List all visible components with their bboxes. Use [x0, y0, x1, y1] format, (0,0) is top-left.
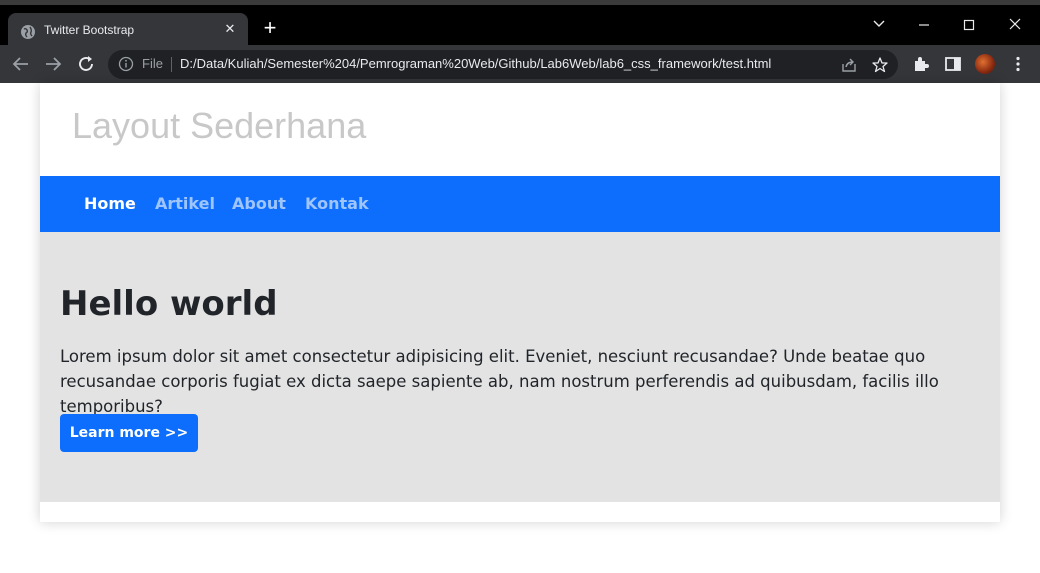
url-separator — [171, 57, 172, 72]
info-icon[interactable] — [118, 56, 134, 72]
url-scheme: File — [142, 56, 163, 71]
site-title: Layout Sederhana — [72, 105, 367, 146]
url-text[interactable]: D:/Data/Kuliah/Semester%204/Pemrograman%… — [180, 56, 771, 71]
learn-more-button[interactable]: Learn more >> — [60, 414, 198, 452]
profile-avatar[interactable] — [975, 54, 995, 74]
new-tab-button[interactable]: + — [258, 17, 282, 41]
nav-home[interactable]: Home — [84, 194, 136, 213]
site-header: Layout Sederhana — [40, 83, 1000, 176]
share-icon[interactable] — [840, 56, 858, 74]
maximize-icon[interactable] — [954, 13, 984, 35]
hero-text: Lorem ipsum dolor sit amet consectetur a… — [60, 347, 939, 416]
close-window-icon[interactable] — [1000, 13, 1030, 35]
minimize-icon[interactable] — [909, 13, 939, 35]
globe-icon — [21, 25, 35, 39]
nav-about[interactable]: About — [232, 194, 286, 213]
tab-search-icon[interactable] — [864, 13, 894, 35]
more-menu-icon[interactable] — [1008, 54, 1028, 74]
tab-bar: Twitter Bootstrap ✕ + — [0, 5, 1040, 50]
reload-icon[interactable] — [75, 53, 97, 75]
side-panel-icon[interactable] — [943, 54, 963, 74]
tab-title: Twitter Bootstrap — [44, 23, 135, 37]
page-viewport: Layout Sederhana Home Artikel About Kont… — [0, 83, 1040, 573]
close-tab-icon[interactable]: ✕ — [222, 22, 238, 38]
nav-artikel[interactable]: Artikel — [155, 194, 215, 213]
page-footer — [40, 502, 1000, 522]
nav-kontak[interactable]: Kontak — [305, 194, 369, 213]
extensions-icon[interactable] — [911, 54, 931, 74]
hero-section: Hello world Lorem ipsum dolor sit amet c… — [40, 232, 1000, 502]
star-icon[interactable] — [871, 56, 889, 74]
address-bar[interactable]: File D:/Data/Kuliah/Semester%204/Pemrogr… — [108, 50, 898, 79]
forward-arrow-icon[interactable] — [42, 53, 64, 75]
hero-title: Hello world — [60, 284, 278, 324]
main-navbar: Home Artikel About Kontak — [40, 176, 1000, 232]
browser-toolbar: File D:/Data/Kuliah/Semester%204/Pemrogr… — [0, 45, 1040, 83]
page-container: Layout Sederhana Home Artikel About Kont… — [40, 83, 1000, 522]
back-arrow-icon[interactable] — [10, 53, 32, 75]
